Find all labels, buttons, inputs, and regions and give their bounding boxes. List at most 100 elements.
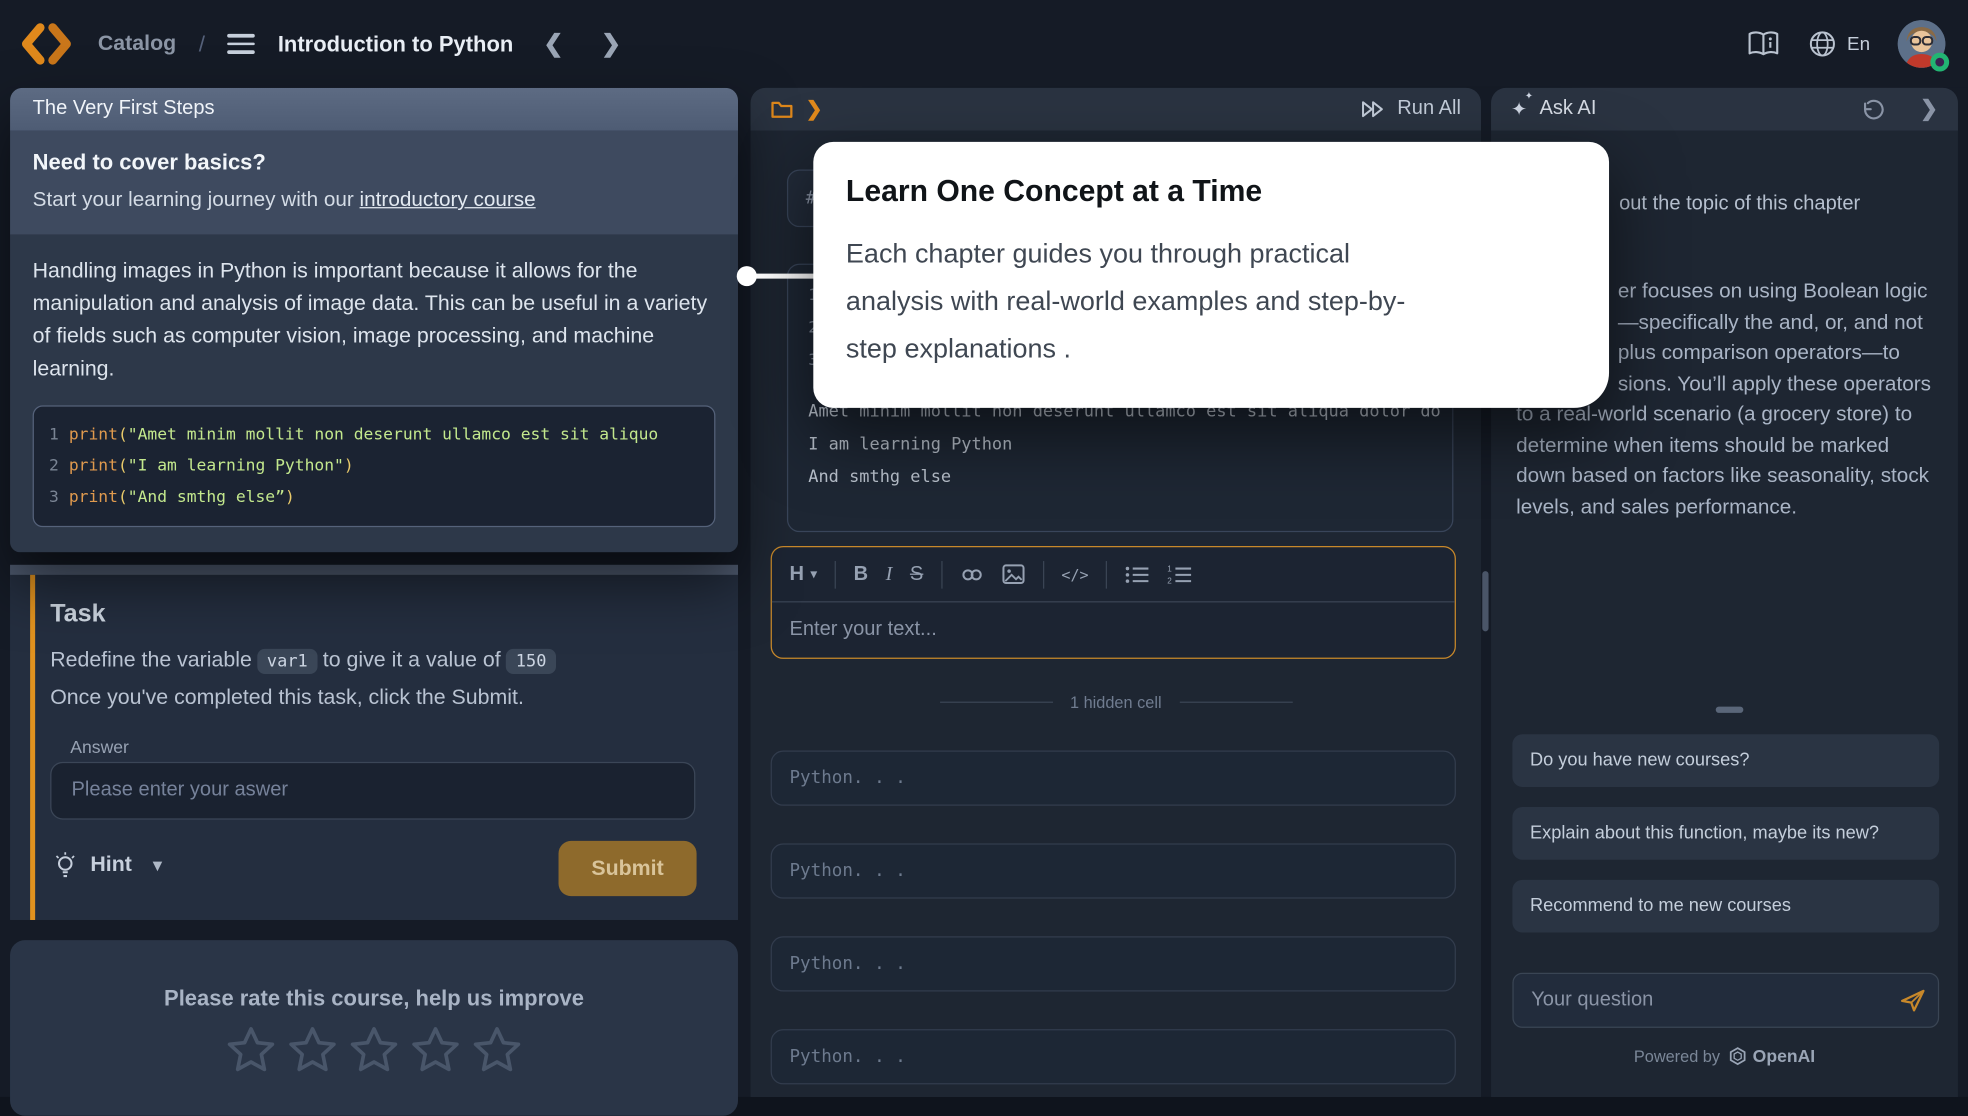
- bullet-list-icon[interactable]: [1125, 564, 1150, 584]
- description-line: sions. You’ll apply these operators: [1618, 368, 1949, 399]
- question-input[interactable]: [1512, 973, 1939, 1028]
- description-line: —specifically the and, or, and not: [1618, 307, 1949, 338]
- avatar[interactable]: [1898, 20, 1946, 68]
- var-chip: var1: [257, 649, 318, 674]
- task-text: Redefine the variable: [50, 648, 252, 672]
- divider-line: [1179, 702, 1292, 703]
- italic-icon[interactable]: I: [886, 563, 893, 586]
- toolbar-divider: [1106, 560, 1107, 588]
- folder-icon[interactable]: [771, 99, 794, 119]
- svg-text:2: 2: [1168, 576, 1173, 585]
- toolbar-divider: [941, 560, 942, 588]
- send-icon[interactable]: [1899, 987, 1927, 1021]
- answer-input[interactable]: [50, 762, 695, 820]
- course-title: Introduction to Python: [278, 31, 513, 57]
- ask-ai-title: Ask AI: [1539, 98, 1596, 121]
- ask-ai-topic-line: out the topic of this chapter: [1619, 193, 1860, 216]
- output-line: I am learning Python: [808, 428, 1440, 461]
- output-line: And smthg else: [808, 461, 1440, 494]
- python-cell[interactable]: Python. . .: [771, 1029, 1456, 1084]
- breadcrumb-catalog[interactable]: Catalog: [98, 31, 176, 56]
- hidden-cell-divider[interactable]: 1 hidden cell: [751, 693, 1481, 712]
- python-cell[interactable]: Python. . .: [771, 936, 1456, 991]
- lesson-code-block: 1print("Amet minim mollit non deserunt u…: [33, 405, 716, 527]
- run-all-label: Run All: [1397, 98, 1461, 121]
- next-chapter-button[interactable]: ❯: [594, 29, 629, 58]
- tour-popover-body: Each chapter guides you through practica…: [846, 230, 1571, 373]
- popover-line: step explanations .: [846, 325, 1571, 373]
- description-line: plus comparison operators—to: [1618, 338, 1949, 369]
- tour-connector-line: [746, 274, 824, 279]
- rating-card: Please rate this course, help us improve: [10, 940, 738, 1116]
- tour-anchor-dot: [737, 266, 757, 286]
- star-icon[interactable]: [469, 1023, 524, 1078]
- popover-line: analysis with real-world examples and st…: [846, 277, 1571, 325]
- ordered-list-icon[interactable]: 12: [1168, 564, 1193, 584]
- toolbar-divider: [1043, 560, 1044, 588]
- star-icon[interactable]: [408, 1023, 463, 1078]
- python-cell[interactable]: Python. . .: [771, 843, 1456, 898]
- language-label: En: [1847, 33, 1870, 54]
- star-icon[interactable]: [346, 1023, 401, 1078]
- star-icon[interactable]: [223, 1023, 278, 1078]
- chevron-down-icon: ▼: [149, 855, 165, 874]
- strikethrough-icon[interactable]: S: [910, 563, 923, 586]
- glossary-book-icon[interactable]: [1747, 30, 1780, 58]
- task-instruction: Redefine the variablevar1to give it a va…: [50, 648, 561, 674]
- scrollbar-thumb[interactable]: [1482, 571, 1488, 631]
- submit-button[interactable]: Submit: [559, 841, 697, 896]
- code-icon[interactable]: </>: [1061, 565, 1088, 583]
- editor-toolbar: H▾ B I S </> 12: [772, 547, 1455, 602]
- navbar: Catalog / Introduction to Python ❮ ❯: [0, 0, 1968, 88]
- answer-label: Answer: [70, 737, 129, 757]
- introductory-course-link[interactable]: introductory course: [360, 188, 536, 211]
- task-text: to give it a value of: [323, 648, 501, 672]
- hidden-cell-label: 1 hidden cell: [1070, 693, 1162, 712]
- ask-ai-header: ✦✦ Ask AI ❯: [1491, 88, 1958, 131]
- run-all-button[interactable]: Run All: [1361, 98, 1461, 121]
- description-line: down based on factors like seasonality, …: [1516, 461, 1949, 492]
- openai-brand-label: OpenAI: [1753, 1045, 1815, 1065]
- sparkles-icon: ✦✦: [1511, 98, 1527, 121]
- description-line: er focuses on using Boolean logic: [1618, 276, 1949, 307]
- bold-icon[interactable]: B: [854, 563, 869, 586]
- suggestion-button[interactable]: Recommend to me new courses: [1512, 880, 1939, 933]
- task-instruction-2: Once you've completed this task, click t…: [50, 685, 524, 710]
- notebook-header: ❯ Run All: [751, 88, 1481, 131]
- text-cell-input[interactable]: Enter your text...: [772, 602, 1455, 657]
- collapse-chevron-icon[interactable]: ❯: [1920, 97, 1938, 122]
- heading-icon[interactable]: H▾: [789, 563, 817, 586]
- task-accent-bar: [30, 575, 35, 920]
- basics-title: Need to cover basics?: [33, 149, 716, 175]
- drag-handle[interactable]: [1716, 707, 1744, 713]
- run-all-icon: [1361, 98, 1386, 121]
- prev-chapter-button[interactable]: ❮: [536, 29, 571, 58]
- image-icon[interactable]: [1001, 564, 1025, 585]
- reset-chat-icon[interactable]: [1862, 98, 1885, 121]
- lesson-card: The Very First Steps Need to cover basic…: [10, 88, 738, 552]
- chapters-menu-icon[interactable]: [228, 34, 256, 54]
- brand-logo-icon[interactable]: [20, 23, 75, 66]
- python-cell[interactable]: Python. . .: [771, 751, 1456, 806]
- hint-toggle[interactable]: Hint ▼: [53, 851, 166, 879]
- tour-popover-title: Learn One Concept at a Time: [846, 174, 1571, 209]
- divider-line: [939, 702, 1052, 703]
- suggestion-button[interactable]: Explain about this function, maybe its n…: [1512, 807, 1939, 860]
- suggestion-button[interactable]: Do you have new courses?: [1512, 734, 1939, 787]
- lesson-card-body: Handling images in Python is important b…: [10, 235, 738, 553]
- avatar-status-badge: [1930, 53, 1949, 72]
- expand-chevron-icon[interactable]: ❯: [806, 97, 823, 122]
- link-icon[interactable]: [960, 563, 984, 586]
- star-icon[interactable]: [285, 1023, 340, 1078]
- lightbulb-icon: [53, 851, 78, 879]
- breadcrumb-separator: /: [199, 31, 205, 57]
- lesson-paragraph: Handling images in Python is important b…: [33, 255, 716, 386]
- svg-text:1: 1: [1168, 564, 1173, 573]
- basics-text: Start your learning journey with our int…: [33, 188, 716, 212]
- app-root: Catalog / Introduction to Python ❮ ❯: [0, 0, 1968, 1097]
- rating-stars: [10, 1023, 738, 1078]
- powered-by: Powered by OpenAI: [1491, 1045, 1958, 1065]
- description-line: determine when items should be marked: [1516, 430, 1949, 461]
- task-section: Task Redefine the variablevar1to give it…: [10, 575, 738, 920]
- language-selector[interactable]: En: [1807, 29, 1870, 59]
